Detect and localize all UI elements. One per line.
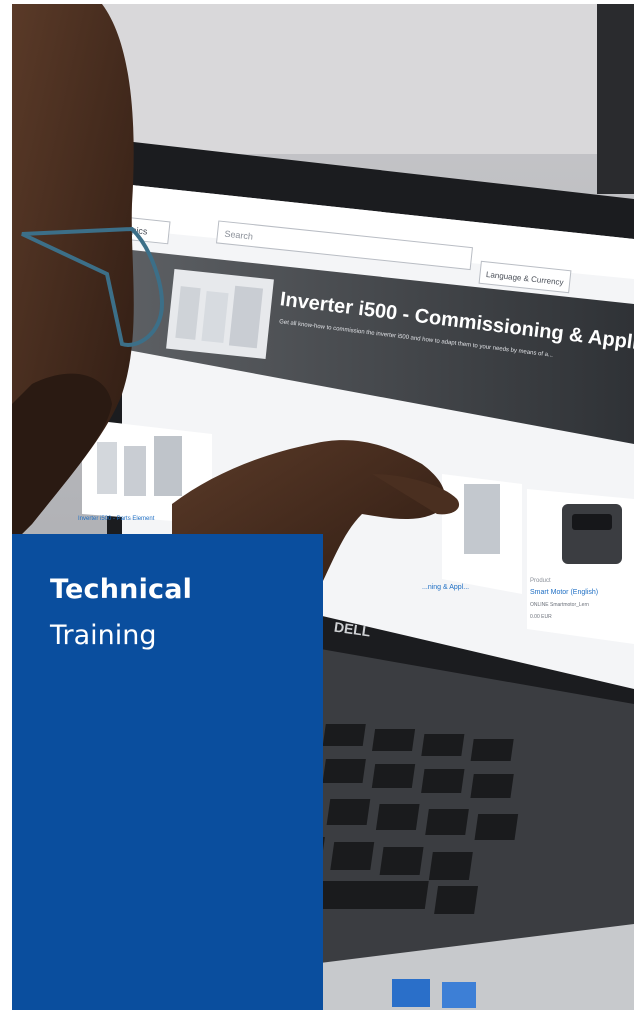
screen-course-mid: ...ning & Appl... <box>422 584 469 591</box>
screen-course-right-price: 0.00 EUR <box>530 614 552 620</box>
card-title: Technical <box>50 574 193 605</box>
screen-course-right-label: Product <box>530 578 551 584</box>
screen-course-right-title: Smart Motor (English) <box>530 589 598 596</box>
screen-course-left: Inverter i500 - Parts Element <box>78 516 155 522</box>
technical-training-card: Technical Training <box>12 534 323 1010</box>
screen-course-right-sub: ONLINE Smartmotor_Lern <box>530 602 589 608</box>
card-subtitle: Training <box>50 620 157 651</box>
